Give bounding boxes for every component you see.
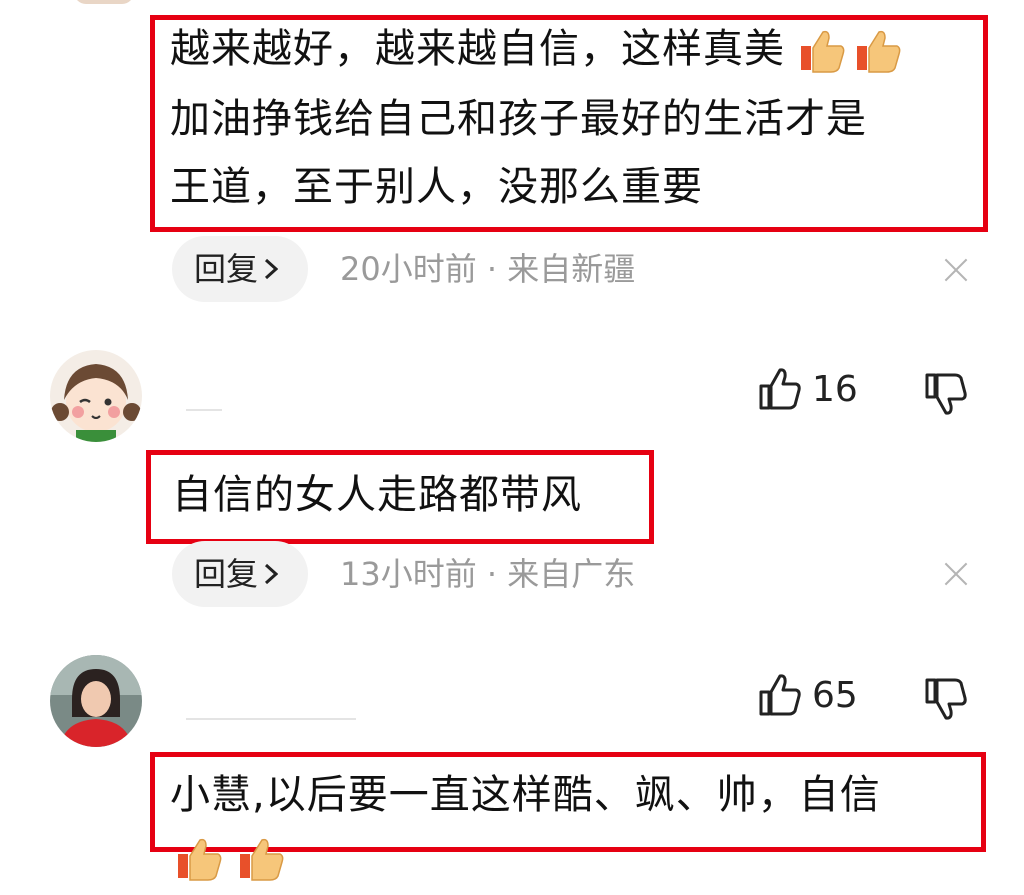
dislike-button[interactable] [924,676,968,726]
avatar-top-partial [74,0,134,4]
comment-1-line-3: 王道，至于别人，没那么重要 [170,164,703,210]
comment-2-line-1: 自信的女人走路都带风 [172,472,582,518]
avatar[interactable] [50,350,142,442]
like-icon [759,674,801,716]
reply-button-1[interactable]: 回复 [172,236,308,302]
reply-label: 回复 [194,555,259,593]
thumbs-up-emoji-icon [855,26,903,76]
reply-label: 回复 [194,250,259,288]
like-count: 16 [812,368,858,410]
chevron-right-icon [264,541,279,607]
thumbs-up-emoji-icon [176,834,224,884]
dislike-icon [925,373,967,415]
reply-button-2[interactable]: 回复 [172,541,308,607]
comment-1-meta: 20小时前 · 来自新疆 [340,250,636,288]
thumbs-up-emoji-icon [238,834,286,884]
comment-1-line-1: 越来越好，越来越自信，这样真美 [170,14,903,84]
thumbs-up-emoji-icon [799,26,847,76]
comment-3-emoji-row [176,834,286,884]
close-icon[interactable] [944,258,968,282]
comment-3-line-1: 小慧,以后要一直这样酷、飒、帅，自信 [170,772,881,818]
dislike-button[interactable] [924,371,968,421]
username-placeholder [186,409,222,411]
like-button[interactable]: 65 [758,672,858,718]
like-count: 65 [812,674,858,716]
comment-1-line-2: 加油挣钱给自己和孩子最好的生活才是 [170,96,867,142]
like-button[interactable]: 16 [758,366,858,412]
username-placeholder [186,718,356,720]
chevron-right-icon [264,236,279,302]
like-icon [759,368,801,410]
avatar[interactable] [50,655,142,747]
dislike-icon [925,678,967,720]
comment-2-meta: 13小时前 · 来自广东 [340,555,636,593]
close-icon[interactable] [944,562,968,586]
